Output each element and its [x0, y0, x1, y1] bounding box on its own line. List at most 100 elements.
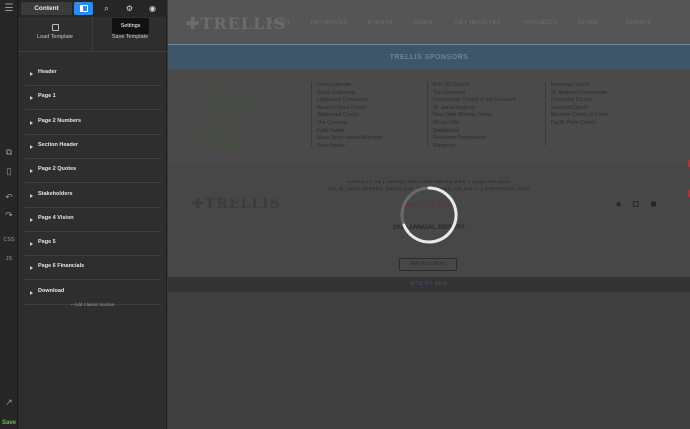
sponsor-name[interactable]: Living Hope Fellowship	[200, 112, 261, 120]
sponsor-name[interactable]: Highland Bible Church	[200, 135, 261, 143]
section-label: Page 1	[38, 93, 56, 100]
column-divider	[311, 82, 312, 146]
sponsors-title: TRELLIS SPONSORS	[389, 54, 469, 61]
undo-icon[interactable]: ↶	[0, 191, 18, 203]
expand-triangle-icon	[30, 120, 33, 125]
sponsor-name: Grace Fellowship	[317, 89, 356, 96]
settings-tooltip: Settings	[112, 18, 149, 34]
gear-icon[interactable]: ⚙	[120, 2, 139, 15]
nav-item[interactable]: EVENTS	[368, 20, 393, 26]
sidebar-layout-icon	[79, 5, 88, 12]
palette-icon[interactable]: ◉	[143, 2, 162, 15]
section-label: Page 2 Quotes	[38, 166, 77, 173]
section-label: Page 6 Financials	[38, 263, 85, 270]
sponsor-name: Faith Harbor	[317, 127, 345, 134]
nav-item[interactable]: PROJECTS	[525, 20, 558, 26]
sponsor-name: Mosaic Hills	[433, 119, 460, 126]
sponsor-name: Lighthouse Community	[317, 97, 369, 104]
download-icon	[51, 24, 59, 31]
expand-triangle-icon	[30, 96, 33, 101]
sponsor-name[interactable]: Oasis Christian	[200, 120, 261, 128]
expand-triangle-icon	[30, 266, 33, 271]
sponsor-name[interactable]: Grace Chapel Church	[200, 97, 261, 105]
nav-item[interactable]: STORE	[578, 20, 599, 26]
twitter-icon[interactable]: ■	[648, 199, 659, 210]
section-item[interactable]: Page 1	[25, 86, 161, 111]
expand-triangle-icon	[30, 144, 33, 149]
sponsor-name: Mesa Verde United Methodist	[317, 135, 383, 142]
sponsor-name: St. James Anglican	[433, 104, 476, 111]
sponsor-column: Newsong Church St. Andrews Presbyterian Fr…	[551, 82, 608, 128]
sponsor-name: Presbyterian Church of the Covenant	[433, 97, 516, 104]
section-label: Header	[38, 69, 57, 75]
mobile-preview-icon[interactable]: ▯	[0, 165, 18, 177]
editor-panel: Content ⌕ ⚙ ◉ Load Template Save Templat…	[18, 0, 167, 429]
sponsor-name[interactable]: Trinity Community Church	[200, 105, 261, 113]
sponsor-name: Westpoint	[433, 142, 456, 149]
column-divider	[427, 82, 428, 146]
section-label: Section Header	[38, 141, 79, 148]
site-by-link[interactable]: SITE BY NEW	[168, 281, 690, 287]
menu-icon[interactable]: ☰	[0, 3, 18, 15]
loading-spinner	[400, 186, 458, 244]
tell-your-story-button[interactable]: Tell Your Story	[399, 258, 457, 271]
sponsor-name: Saddleback	[433, 127, 460, 134]
sponsor-name[interactable]: Harvest Community Church	[200, 143, 261, 151]
expand-triangle-icon	[30, 217, 33, 222]
nav-item[interactable]: INITIATIVES	[311, 20, 348, 26]
site-header: ✚TRELLIS ABOUT INITIATIVES EVENTS NEWS GET I…	[168, 0, 690, 44]
layout-toggle-button[interactable]	[74, 2, 93, 15]
section-item[interactable]: Page 2 Numbers	[25, 111, 161, 135]
expand-triangle-icon	[30, 290, 33, 295]
instagram-icon[interactable]: ◘	[630, 199, 641, 210]
section-item[interactable]: Page 2 Quotes	[25, 159, 161, 184]
section-item[interactable]: Header	[25, 62, 161, 86]
sponsor-name: New Song Worship Center	[433, 112, 493, 119]
load-template-button[interactable]: Load Template	[18, 17, 92, 52]
redo-icon[interactable]: ↷	[0, 209, 18, 221]
sponsor-name[interactable]: First Baptist	[200, 82, 261, 90]
app-window: ☰ ⧉ ▯ ↶ ↷ CSS JS ↗ Save Content ⌕ ⚙ ◉ Lo…	[0, 0, 690, 429]
search-icon[interactable]: ⌕	[97, 2, 116, 15]
save-button[interactable]: Save	[0, 420, 18, 426]
nav-item[interactable]: GET INVOLVED	[455, 20, 501, 26]
sponsor-name: Newsong Church	[551, 82, 590, 88]
section-item[interactable]: Page 5	[25, 232, 161, 257]
sponsor-name: Rise OC Church	[433, 82, 470, 88]
expand-triangle-icon	[30, 242, 33, 247]
sponsors-header: TRELLIS SPONSORS	[168, 44, 690, 70]
sponsor-name: Newport Mesa Church	[317, 104, 367, 111]
section-item[interactable]: Page 6 Financials	[25, 256, 161, 281]
sponsor-name: The Crossing	[317, 119, 347, 126]
section-item[interactable]: Stakeholders	[25, 184, 161, 208]
sponsor-name: Christ Lutheran	[317, 82, 352, 88]
section-item[interactable]: Section Header	[25, 135, 161, 159]
sponsor-name[interactable]: The Pleasant House	[200, 90, 261, 98]
sponsor-name: St. Andrews Presbyterian	[551, 89, 608, 96]
sponsor-name: Rock Harbor	[317, 142, 346, 149]
sponsor-name[interactable]: Church Street	[200, 128, 261, 136]
section-label: Page 5	[38, 239, 56, 246]
nav-item[interactable]: NEWS	[414, 20, 433, 26]
facebook-icon[interactable]: ●	[613, 199, 624, 210]
nav-item[interactable]: ABOUT	[269, 20, 290, 26]
sponsor-name: The Gathering	[433, 89, 465, 96]
section-label: Stakeholders	[38, 190, 73, 197]
sponsor-name: Friendship Church	[551, 97, 592, 104]
nav-item[interactable]: DONATE	[626, 20, 652, 26]
expand-triangle-icon	[30, 72, 33, 76]
section-label: Download	[38, 287, 65, 294]
expand-triangle-icon	[30, 193, 33, 198]
css-button[interactable]: CSS	[0, 234, 18, 246]
section-item[interactable]: Page 4 Vision	[25, 208, 161, 232]
sponsor-column: Rise OC Church The Gathering Presbyterian …	[433, 82, 515, 150]
content-tab[interactable]: Content	[21, 2, 72, 15]
save-template-label: Save Template	[111, 34, 149, 40]
left-toolbar: ☰ ⧉ ▯ ↶ ↷ CSS JS ↗ Save	[0, 0, 18, 429]
js-button[interactable]: JS	[0, 253, 18, 265]
panel-topbar: Content ⌕ ⚙ ◉	[18, 0, 167, 17]
layers-icon[interactable]: ⧉	[0, 146, 18, 158]
external-link-icon[interactable]: ↗	[0, 396, 18, 408]
column-divider	[545, 82, 546, 146]
add-section-button[interactable]: + Add Classic Section	[18, 302, 167, 307]
